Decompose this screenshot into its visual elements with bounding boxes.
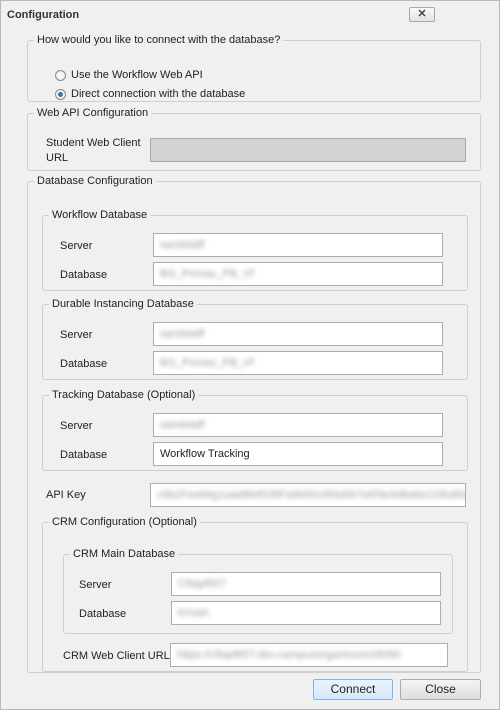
crm-config-group: CRM Configuration (Optional) CRM Main Da… [42,516,468,672]
radio-web-api[interactable]: Use the Workflow Web API [55,69,203,81]
workflow-database-label: Database [60,269,108,281]
radio-direct-connection-indicator[interactable] [55,88,66,100]
crm-database-value: Kmain [178,607,210,619]
durable-server-input[interactable]: sandstaff [153,322,443,346]
crm-web-client-url-label: CRM Web Client URL [63,650,170,662]
web-api-group: Web API Configuration Student Web Client… [27,107,481,171]
connection-question: How would you like to connect with the d… [37,34,281,46]
title-bar: Configuration ✕ [1,1,499,28]
api-key-label: API Key [46,489,86,501]
crm-config-legend: CRM Configuration (Optional) [52,516,197,528]
workflow-database-group: Workflow Database Server sandstaff Datab… [42,209,468,291]
workflow-database-legend: Workflow Database [52,209,148,221]
durable-database-input[interactable]: BG_Pomax_PB_Vf [153,351,443,375]
close-button[interactable]: Close [400,679,481,700]
crm-web-client-url-input[interactable]: https://cftapf65T.dev.campusorganicsom/8… [170,643,448,667]
close-window-button[interactable]: ✕ [409,7,435,22]
api-key-input[interactable]: c9b2Fee6bg1aad8b9f1f8Fa9b50c9f4a5b7e6f3e… [150,483,466,507]
connect-button[interactable]: Connect [313,679,393,700]
crm-server-input[interactable]: Cftapf65T [171,572,441,596]
connection-group: How would you like to connect with the d… [27,34,481,102]
crm-database-input[interactable]: Kmain [171,601,441,625]
crm-main-database-group: CRM Main Database Server Cftapf65T Datab… [63,548,453,634]
crm-server-value: Cftapf65T [178,578,227,590]
student-web-client-url-label-line2: URL [46,152,69,164]
database-config-group: Database Configuration Workflow Database… [27,175,481,673]
radio-direct-connection-label: Direct connection with the database [71,88,246,100]
database-config-legend: Database Configuration [37,175,153,187]
tracking-server-label: Server [60,420,93,432]
tracking-database-legend: Tracking Database (Optional) [52,389,196,401]
tracking-server-value: sandstaff [160,419,205,431]
radio-direct-connection[interactable]: Direct connection with the database [55,88,245,100]
radio-web-api-label: Use the Workflow Web API [71,69,203,81]
workflow-server-value: sandstaff [160,239,205,251]
durable-database-label: Database [60,358,108,370]
workflow-database-input[interactable]: BG_Pomax_PB_Vf [153,262,443,286]
durable-database-value: BG_Pomax_PB_Vf [160,357,254,369]
tracking-server-input[interactable]: sandstaff [153,413,443,437]
workflow-database-value: BG_Pomax_PB_Vf [160,268,254,280]
durable-server-value: sandstaff [160,328,205,340]
workflow-server-label: Server [60,240,93,252]
tracking-database-input[interactable]: Workflow Tracking [153,442,443,466]
crm-main-database-legend: CRM Main Database [73,548,176,560]
durable-server-label: Server [60,329,93,341]
window-title: Configuration [7,9,80,21]
web-api-legend: Web API Configuration [37,107,149,119]
api-key-value: c9b2Fee6bg1aad8b9f1f8Fa9b50c9f4a5b7e6f3e… [157,489,466,501]
student-web-client-url-label-line1: Student Web Client [46,137,141,149]
close-icon: ✕ [417,8,427,20]
configuration-window: Configuration ✕ How would you like to co… [0,0,500,710]
crm-server-label: Server [79,579,112,591]
radio-web-api-indicator[interactable] [55,69,66,81]
crm-database-label: Database [79,608,127,620]
durable-instancing-legend: Durable Instancing Database [52,298,194,310]
crm-web-client-url-value: https://cftapf65T.dev.campusorganicsom/8… [177,649,401,661]
student-web-client-url-input[interactable] [150,138,466,162]
workflow-server-input[interactable]: sandstaff [153,233,443,257]
tracking-database-label: Database [60,449,108,461]
tracking-database-group: Tracking Database (Optional) Server sand… [42,389,468,471]
durable-instancing-group: Durable Instancing Database Server sands… [42,298,468,380]
